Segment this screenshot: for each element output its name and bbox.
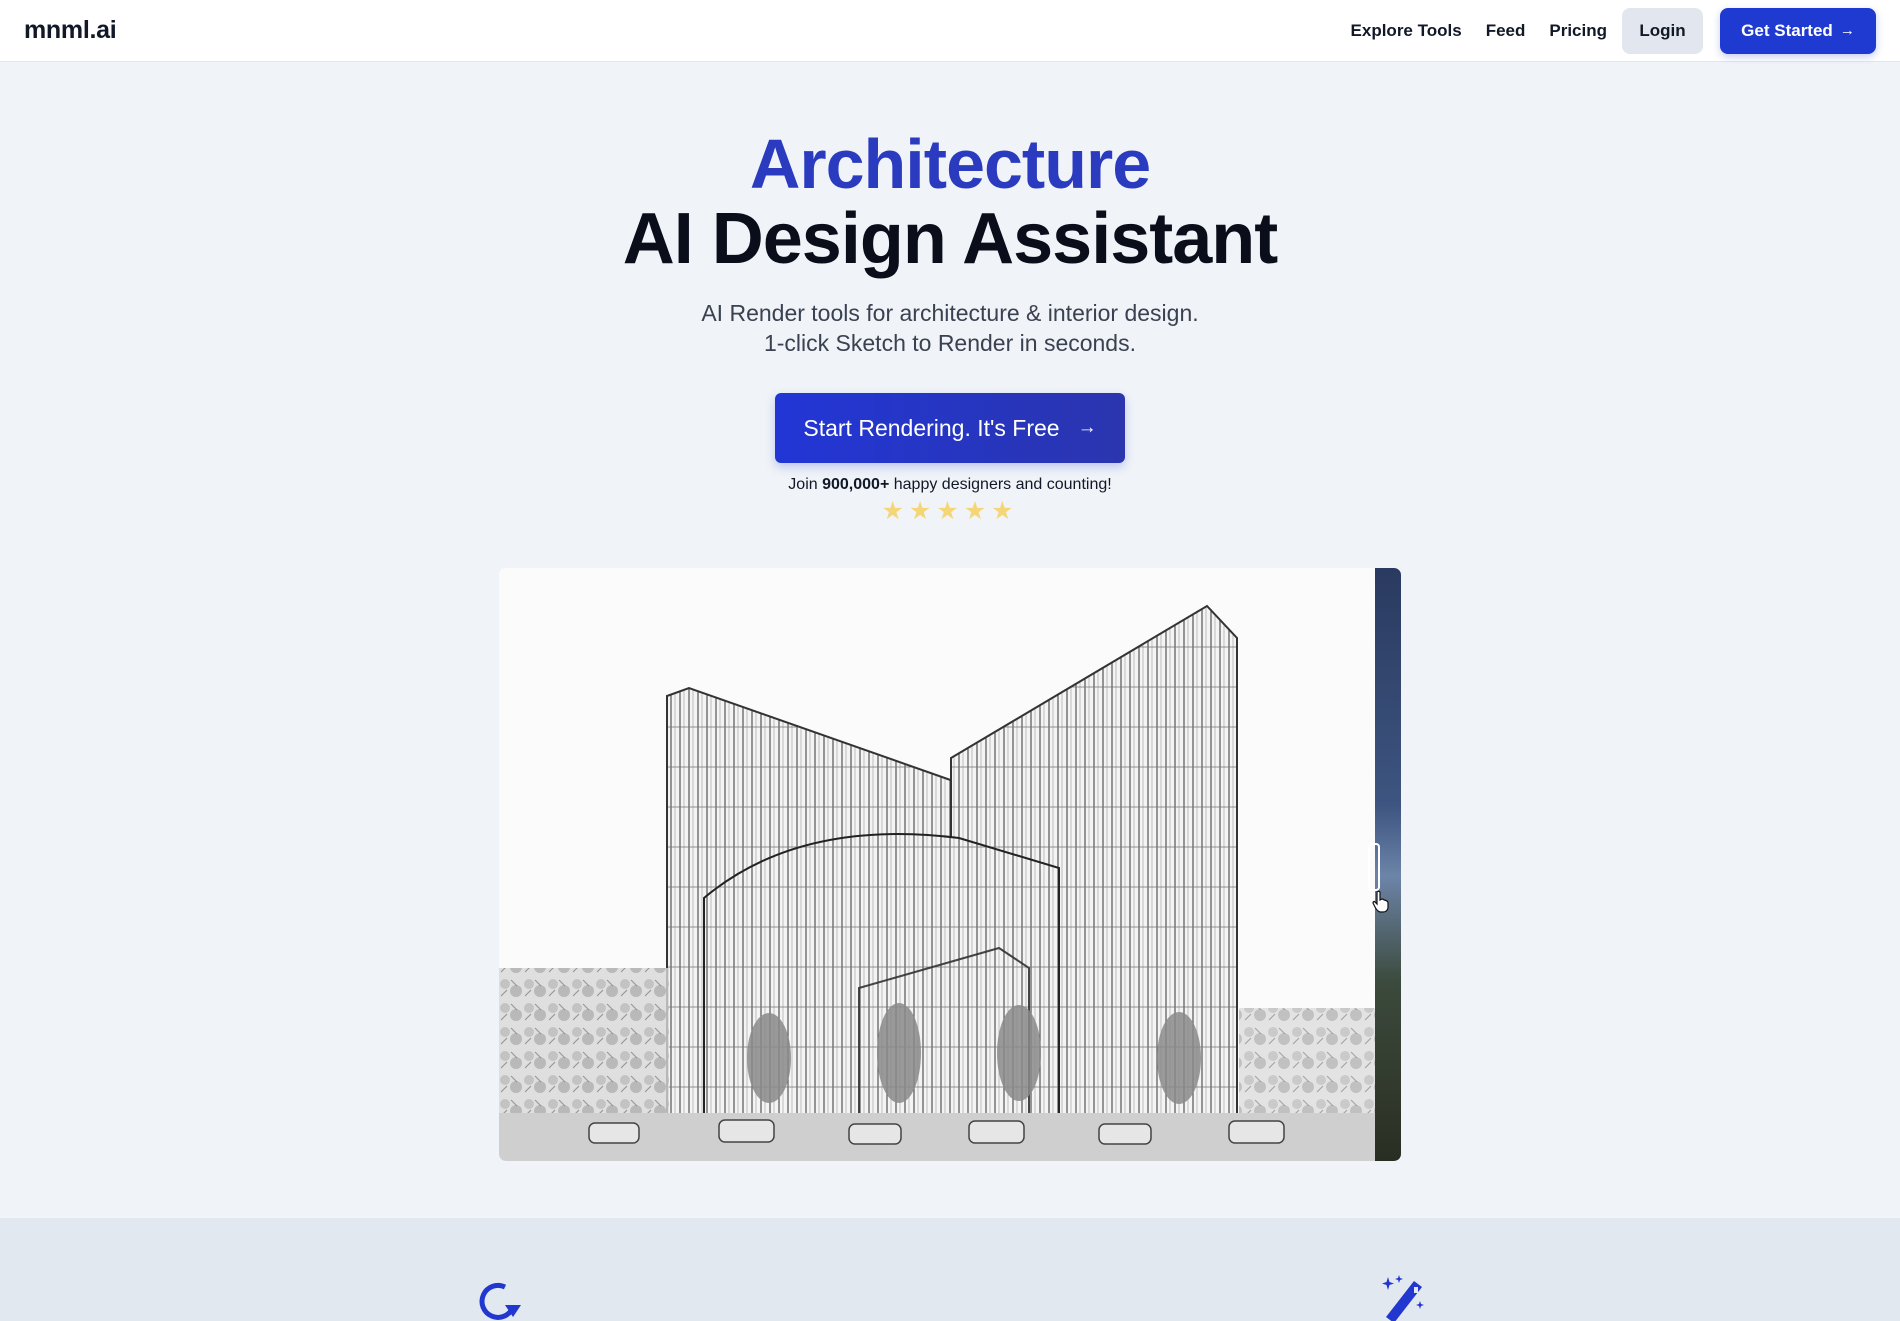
comparison-slider-handle[interactable] bbox=[1368, 843, 1380, 891]
arrow-right-icon: → bbox=[1839, 22, 1855, 39]
star-icon: ★ bbox=[991, 497, 1019, 525]
sketch-image bbox=[499, 568, 1375, 1161]
hero-subtitle-line-1: AI Render tools for architecture & inter… bbox=[701, 300, 1199, 326]
logo[interactable]: mnml.ai bbox=[24, 16, 117, 45]
star-icon: ★ bbox=[908, 497, 937, 525]
start-rendering-button[interactable]: Start Rendering. It's Free → bbox=[775, 393, 1125, 463]
social-proof-text: Join 900,000+ happy designers and counti… bbox=[0, 476, 1900, 494]
nav-link-explore-tools[interactable]: Explore Tools bbox=[1351, 21, 1462, 41]
hero-subtitle-line-2: 1-click Sketch to Render in seconds. bbox=[763, 330, 1136, 356]
star-icon: ★ bbox=[963, 497, 992, 525]
join-prefix: Join bbox=[788, 476, 818, 493]
navbar: mnml.ai Explore Tools Feed Pricing Login… bbox=[0, 0, 1900, 62]
refresh-icon bbox=[479, 1282, 521, 1320]
nav-link-feed[interactable]: Feed bbox=[1486, 21, 1526, 41]
nav-menu: Explore Tools Feed Pricing Login Get Sta… bbox=[1351, 7, 1876, 54]
login-button-label: Login bbox=[1639, 20, 1686, 40]
magic-wand-icon bbox=[1382, 1275, 1424, 1321]
star-rating: ★★★★★ bbox=[0, 496, 1900, 526]
arrow-right-icon: → bbox=[1077, 417, 1097, 438]
hand-cursor-icon bbox=[1372, 890, 1389, 913]
nav-link-pricing[interactable]: Pricing bbox=[1549, 21, 1607, 41]
start-rendering-label: Start Rendering. It's Free bbox=[803, 414, 1060, 441]
get-started-label: Get Started bbox=[1741, 20, 1833, 40]
sketch-render-comparison[interactable] bbox=[499, 568, 1401, 1161]
star-icon: ★ bbox=[881, 497, 909, 525]
designer-count: 900,000+ bbox=[822, 476, 890, 493]
join-suffix: happy designers and counting! bbox=[893, 476, 1112, 493]
star-icon: ★ bbox=[936, 497, 964, 525]
building-sketch-illustration bbox=[499, 604, 1375, 1161]
hero-title-main: AI Design Assistant bbox=[622, 199, 1279, 279]
hero-subtitle: AI Render tools for architecture & inter… bbox=[0, 298, 1900, 358]
features-section bbox=[0, 1218, 1900, 1321]
hero-title-accent: Architecture bbox=[749, 125, 1151, 203]
get-started-button[interactable]: Get Started → bbox=[1720, 7, 1876, 54]
login-button[interactable]: Login bbox=[1622, 7, 1703, 54]
